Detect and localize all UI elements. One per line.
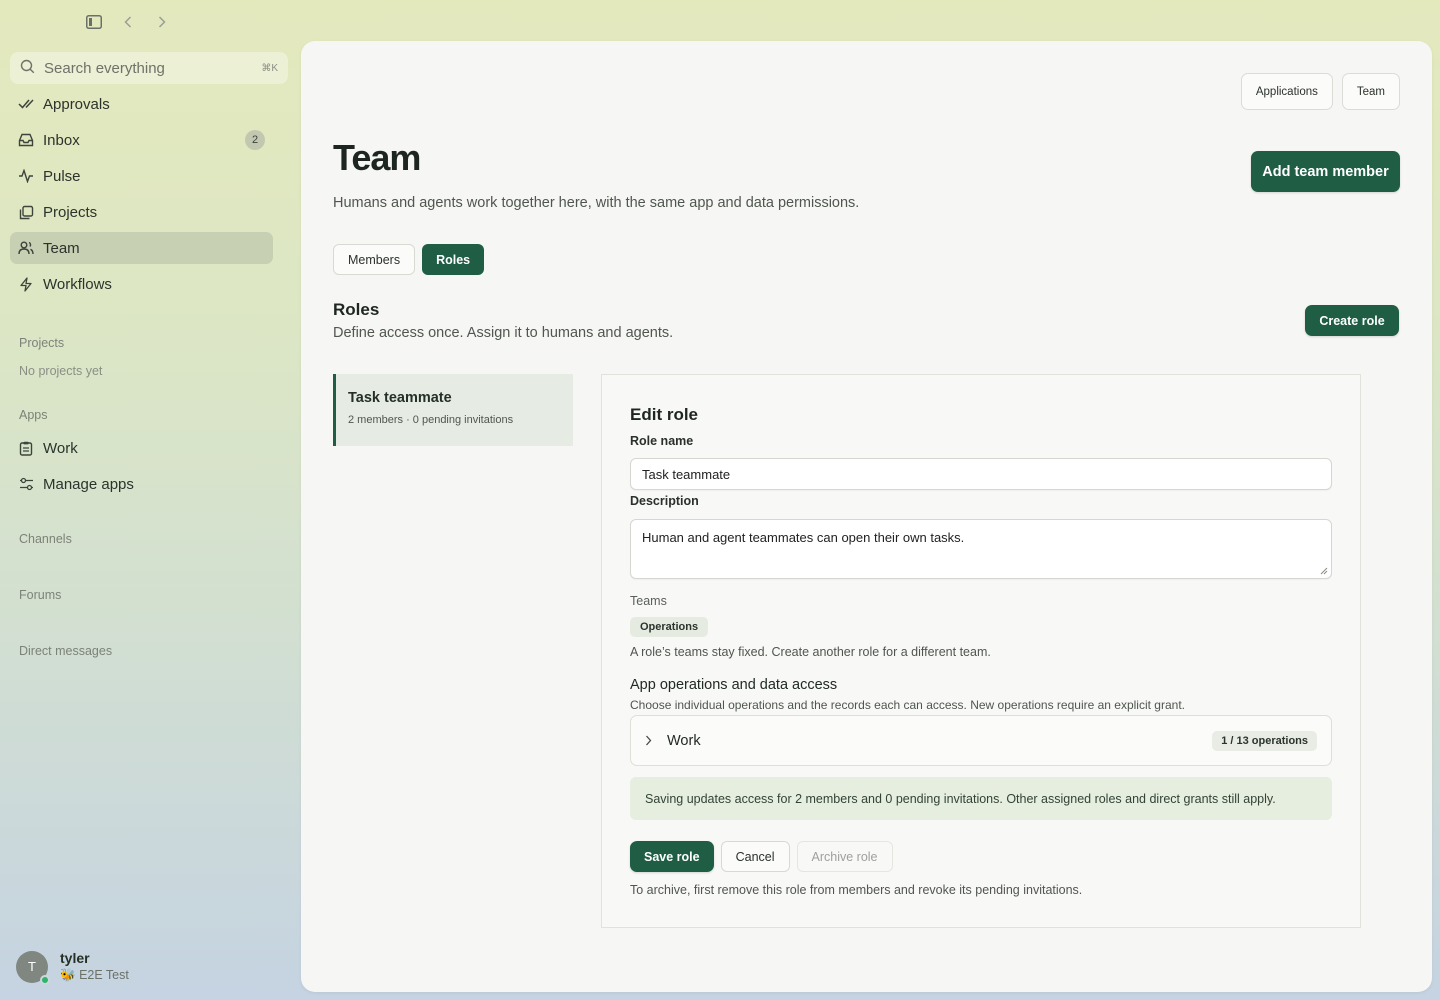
sidebar-item-label: Inbox	[43, 131, 80, 149]
role-name-field[interactable]: Task teammate	[630, 458, 1332, 490]
sidebar: Search everything ⌘K Approvals Inbox 2 P…	[10, 52, 288, 658]
page-subtitle: Humans and agents work together here, wi…	[333, 195, 860, 211]
back-arrow-icon[interactable]	[118, 12, 138, 32]
forums-section-label[interactable]: Forums	[10, 588, 61, 602]
roles-heading: Roles	[333, 300, 380, 319]
org-name: E2E Test	[79, 968, 129, 982]
page-title: Team	[333, 137, 421, 178]
sidebar-toggle-icon[interactable]	[84, 12, 104, 32]
check-double-icon	[18, 96, 34, 112]
sidebar-item-approvals[interactable]: Approvals	[10, 88, 273, 120]
projects-empty-text: No projects yet	[19, 364, 103, 378]
description-field[interactable]: Human and agent teammates can open their…	[630, 519, 1332, 579]
main-panel: Applications Team Team Humans and agents…	[301, 41, 1432, 992]
projects-icon	[18, 204, 34, 220]
access-subheading: Choose individual operations and the rec…	[630, 698, 1185, 712]
sidebar-item-label: Work	[43, 439, 78, 457]
projects-section-label: Projects	[19, 336, 65, 350]
pulse-icon	[18, 168, 34, 184]
avatar: T	[16, 950, 50, 985]
edit-role-panel: Edit role Role name Task teammate Descri…	[601, 374, 1361, 928]
channels-section-label[interactable]: Channels	[10, 532, 72, 546]
search-shortcut: ⌘K	[261, 62, 278, 74]
cancel-button[interactable]: Cancel	[720, 841, 790, 872]
search-input[interactable]: Search everything ⌘K	[10, 52, 288, 84]
online-status-dot	[40, 974, 50, 985]
create-role-button[interactable]: Create role	[1305, 305, 1399, 336]
save-role-button[interactable]: Save role	[630, 841, 714, 872]
role-list-item[interactable]: Task teammate 2 members · 0 pending invi…	[333, 374, 573, 446]
window-chrome	[84, 12, 172, 32]
sidebar-item-label: Pulse	[43, 167, 81, 185]
role-name-label: Role name	[630, 434, 694, 448]
operations-count-badge: 1 / 13 operations	[1212, 730, 1317, 751]
access-heading: App operations and data access	[630, 677, 838, 693]
search-placeholder: Search everything	[44, 59, 165, 77]
form-actions: Save role Cancel Archive role	[630, 841, 893, 872]
sidebar-item-pulse[interactable]: Pulse	[10, 160, 273, 192]
people-icon	[18, 240, 34, 256]
teams-hint: A role’s teams stay fixed. Create anothe…	[630, 645, 991, 659]
sidebar-item-team[interactable]: Team	[10, 232, 273, 264]
team-button[interactable]: Team	[1341, 73, 1400, 110]
description-text: Human and agent teammates can open their…	[642, 530, 965, 545]
sliders-icon	[18, 476, 34, 492]
chevron-right-icon[interactable]	[645, 735, 659, 746]
apps-section-label: Apps	[19, 408, 48, 422]
sidebar-item-label: Projects	[43, 203, 98, 221]
description-label: Description	[630, 494, 699, 508]
save-impact-notice: Saving updates access for 2 members and …	[630, 777, 1332, 820]
edit-role-title: Edit role	[630, 405, 699, 424]
sidebar-item-projects[interactable]: Projects	[10, 196, 273, 228]
sidebar-item-manage-apps[interactable]: Manage apps	[10, 468, 273, 500]
roles-subheading: Define access once. Assign it to humans …	[333, 325, 674, 341]
header-actions: Applications Team	[1240, 73, 1400, 110]
role-name: Task teammate	[348, 390, 452, 406]
team-tabs: Members Roles	[333, 244, 485, 275]
bolt-icon	[18, 276, 34, 292]
resize-handle-icon[interactable]	[1320, 567, 1328, 575]
sidebar-item-label: Manage apps	[43, 475, 134, 493]
applications-button[interactable]: Applications	[1240, 73, 1333, 110]
forward-arrow-icon[interactable]	[152, 12, 172, 32]
sidebar-item-work[interactable]: Work	[10, 432, 273, 464]
app-access-row-work[interactable]: Work 1 / 13 operations	[630, 715, 1332, 766]
user-name: tyler	[60, 950, 90, 966]
add-team-member-button[interactable]: Add team member	[1251, 151, 1400, 192]
app-name: Work	[667, 732, 701, 749]
role-meta: 2 members · 0 pending invitations	[348, 414, 514, 426]
user-org: 🐝 E2E Test	[60, 968, 129, 983]
tab-roles[interactable]: Roles	[422, 244, 485, 275]
avatar-initial: T	[28, 959, 36, 974]
inbox-count-badge: 2	[245, 130, 265, 150]
sidebar-item-inbox[interactable]: Inbox 2	[10, 124, 273, 156]
clipboard-icon	[18, 440, 34, 456]
sidebar-item-label: Approvals	[43, 95, 110, 113]
teams-label: Teams	[630, 594, 667, 608]
search-icon	[20, 59, 35, 78]
user-profile[interactable]: T tyler 🐝 E2E Test	[16, 950, 129, 985]
archive-hint: To archive, first remove this role from …	[630, 883, 1083, 897]
inbox-icon	[18, 132, 34, 148]
team-chip-operations: Operations	[630, 617, 709, 637]
sidebar-item-label: Workflows	[43, 275, 112, 293]
tab-members[interactable]: Members	[333, 244, 416, 275]
main-nav: Approvals Inbox 2 Pulse Projects Team Wo…	[10, 88, 273, 300]
archive-role-button[interactable]: Archive role	[796, 841, 893, 872]
sidebar-item-label: Team	[43, 239, 80, 257]
sidebar-item-workflows[interactable]: Workflows	[10, 268, 273, 300]
direct-messages-section-label[interactable]: Direct messages	[10, 644, 112, 658]
apps-list: Work Manage apps	[10, 432, 273, 504]
bee-icon: 🐝	[60, 968, 76, 982]
